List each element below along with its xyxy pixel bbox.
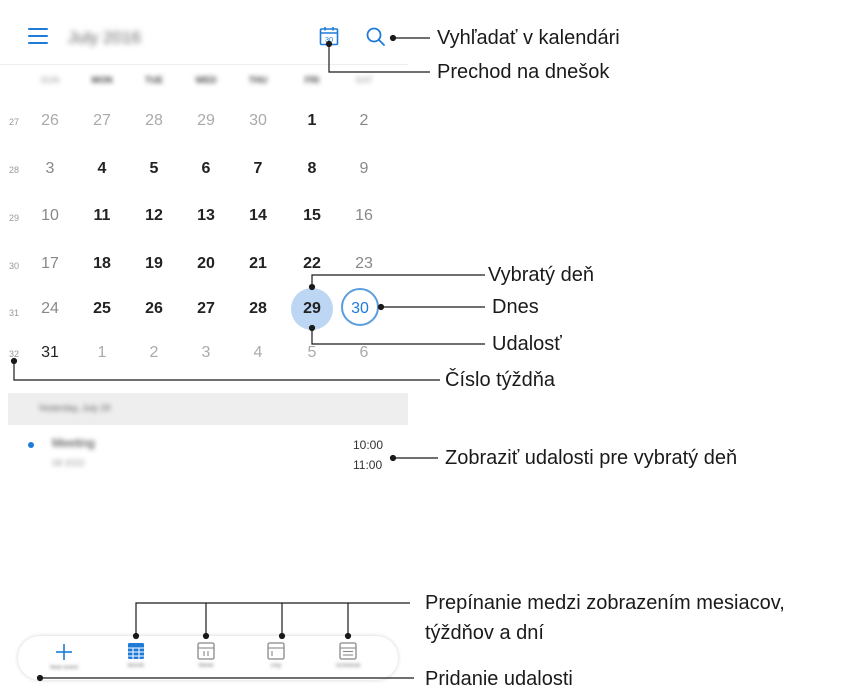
week-view-button[interactable]: Week bbox=[186, 639, 226, 677]
calendar-day[interactable]: 16 bbox=[344, 207, 384, 225]
calendar-day[interactable]: 21 bbox=[238, 255, 278, 273]
day-view-icon bbox=[267, 642, 285, 660]
calendar-day[interactable]: 4 bbox=[238, 344, 278, 362]
calendar-day[interactable]: 15 bbox=[292, 207, 332, 225]
calendar-day[interactable]: 31 bbox=[30, 344, 70, 362]
nav-label: Day bbox=[270, 663, 282, 669]
calendar-day[interactable]: 19 bbox=[134, 255, 174, 273]
weekday-label: WED bbox=[195, 75, 217, 85]
calendar-day[interactable]: 8 bbox=[292, 160, 332, 178]
nav-label: New event bbox=[49, 665, 79, 671]
today-icon-day: 30 bbox=[325, 35, 333, 44]
calendar-day[interactable]: 28 bbox=[238, 300, 278, 318]
event-dot bbox=[310, 325, 315, 330]
events-day-header: Yesterday, July 29 bbox=[8, 393, 408, 425]
callout-week-number: Číslo týždňa bbox=[445, 369, 556, 391]
calendar-day[interactable]: 6 bbox=[344, 344, 384, 362]
calendar-day[interactable]: 20 bbox=[186, 255, 226, 273]
callout-switch-views-2: týždňov a dní bbox=[425, 622, 544, 644]
calendar-day[interactable]: 22 bbox=[292, 255, 332, 273]
weekday-label: SUN bbox=[40, 75, 60, 85]
calendar-day[interactable]: 3 bbox=[30, 160, 70, 178]
calendar-day[interactable]: 26 bbox=[30, 112, 70, 130]
calendar-day[interactable]: 5 bbox=[292, 344, 332, 362]
event-title: Meeting bbox=[52, 436, 95, 450]
callout-add-event: Pridanie udalosti bbox=[425, 668, 573, 690]
week-number: 32 bbox=[9, 349, 20, 359]
callout-event: Udalosť bbox=[492, 333, 562, 355]
menu-icon[interactable] bbox=[28, 28, 48, 44]
event-end-time: 11:00 bbox=[353, 458, 383, 472]
calendar-day[interactable]: 4 bbox=[82, 160, 122, 178]
weekday-label: THU bbox=[248, 75, 268, 85]
weekday-label: TUE bbox=[145, 75, 163, 85]
month-grid-icon bbox=[128, 643, 144, 659]
callout-switch-views: Prepínanie medzi zobrazením mesiacov, bbox=[425, 592, 785, 614]
calendar-day[interactable]: 6 bbox=[186, 160, 226, 178]
callout-today-day: Dnes bbox=[492, 296, 539, 318]
week-number: 28 bbox=[9, 165, 20, 175]
today-day[interactable]: 30 bbox=[340, 300, 380, 318]
weekday-header: SUN MON TUE WED THU FRI SAT bbox=[0, 64, 408, 97]
calendar-day[interactable]: 7 bbox=[238, 160, 278, 178]
calendar-day[interactable]: 25 bbox=[82, 300, 122, 318]
nav-label: Week bbox=[198, 663, 214, 669]
week-number: 27 bbox=[9, 117, 20, 127]
calendar-day[interactable]: 14 bbox=[238, 207, 278, 225]
plus-icon bbox=[56, 644, 72, 660]
calendar-day[interactable]: 27 bbox=[186, 300, 226, 318]
calendar-day[interactable]: 23 bbox=[344, 255, 384, 273]
bottom-nav: New event Month Week Day Schedule bbox=[18, 636, 398, 680]
top-bar: July 2016 30 bbox=[0, 18, 408, 58]
event-subtitle: 08 2022 bbox=[52, 458, 85, 468]
month-view-button[interactable]: Month bbox=[116, 639, 156, 677]
new-event-button[interactable]: New event bbox=[44, 639, 84, 677]
calendar-day[interactable]: 30 bbox=[238, 112, 278, 130]
day-view-button[interactable]: Day bbox=[256, 639, 296, 677]
calendar-day[interactable]: 9 bbox=[344, 160, 384, 178]
weekday-label: MON bbox=[91, 75, 113, 85]
schedule-list-icon bbox=[339, 642, 357, 660]
calendar-day[interactable]: 1 bbox=[82, 344, 122, 362]
callout-show-events: Zobraziť udalosti pre vybratý deň bbox=[445, 447, 738, 469]
calendar-day[interactable]: 3 bbox=[186, 344, 226, 362]
schedule-view-button[interactable]: Schedule bbox=[328, 639, 368, 677]
calendar-day[interactable]: 17 bbox=[30, 255, 70, 273]
nav-label: Schedule bbox=[335, 663, 361, 669]
calendar-app: July 2016 30 SUN MON TUE WED THU FRI SAT bbox=[0, 0, 408, 690]
calendar-day[interactable]: 29 bbox=[186, 112, 226, 130]
event-item[interactable]: Meeting 08 2022 10:00 11:00 bbox=[0, 430, 408, 480]
go-to-today-icon[interactable]: 30 bbox=[319, 26, 339, 46]
month-title[interactable]: July 2016 bbox=[68, 28, 141, 48]
callout-today: Prechod na dnešok bbox=[437, 61, 610, 83]
calendar-day[interactable]: 2 bbox=[134, 344, 174, 362]
selected-day[interactable]: 29 bbox=[292, 300, 332, 318]
calendar-day[interactable]: 28 bbox=[134, 112, 174, 130]
calendar-day[interactable]: 24 bbox=[30, 300, 70, 318]
calendar-day[interactable]: 13 bbox=[186, 207, 226, 225]
calendar-day[interactable]: 26 bbox=[134, 300, 174, 318]
calendar-day[interactable]: 10 bbox=[30, 207, 70, 225]
weekday-label: FRI bbox=[304, 75, 320, 85]
calendar-day[interactable]: 27 bbox=[82, 112, 122, 130]
week-number: 30 bbox=[9, 261, 20, 271]
week-number: 31 bbox=[9, 308, 20, 318]
calendar-day[interactable]: 11 bbox=[82, 207, 122, 225]
week-view-icon bbox=[197, 642, 215, 660]
calendar-day[interactable]: 5 bbox=[134, 160, 174, 178]
search-icon[interactable] bbox=[365, 26, 387, 48]
calendar-day[interactable]: 1 bbox=[292, 112, 332, 130]
event-start-time: 10:00 bbox=[353, 438, 384, 452]
event-color-dot bbox=[28, 442, 34, 448]
weekday-label: SAT bbox=[355, 75, 373, 85]
week-number: 29 bbox=[9, 213, 20, 223]
events-day-heading: Yesterday, July 29 bbox=[38, 403, 111, 413]
callout-search: Vyhľadať v kalendári bbox=[437, 27, 620, 49]
calendar-day[interactable]: 18 bbox=[82, 255, 122, 273]
calendar-day[interactable]: 12 bbox=[134, 207, 174, 225]
calendar-day[interactable]: 2 bbox=[344, 112, 384, 130]
nav-label: Month bbox=[127, 663, 145, 669]
callout-selected-day: Vybratý deň bbox=[488, 264, 594, 286]
